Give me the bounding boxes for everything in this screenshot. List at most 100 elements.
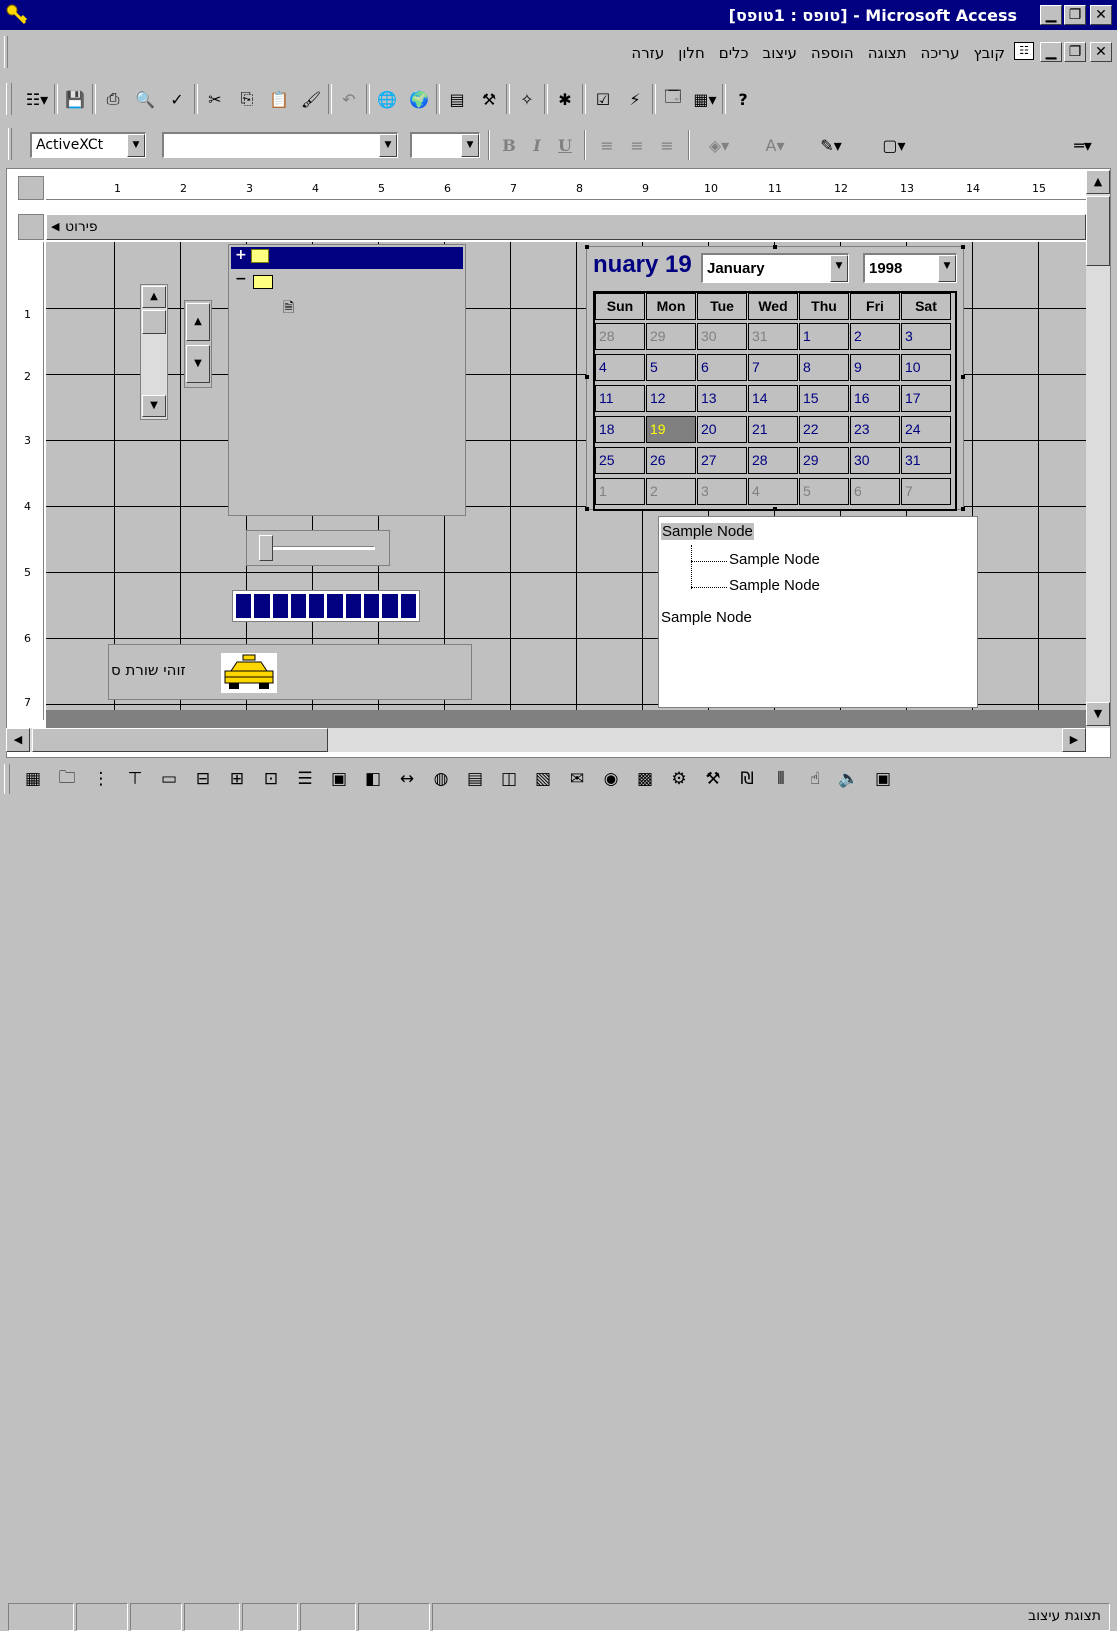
autoformat-icon[interactable]: ✧: [512, 84, 542, 114]
resize-handle[interactable]: [961, 375, 965, 379]
scroll-thumb[interactable]: [1086, 196, 1110, 266]
calendar-day[interactable]: 29: [646, 323, 696, 350]
treeview-control[interactable]: Sample Node Sample Node Sample Node Samp…: [658, 516, 978, 708]
calendar-day-selected[interactable]: 19: [646, 416, 696, 443]
underline-button[interactable]: U: [550, 130, 580, 160]
calendar-day[interactable]: 26: [646, 447, 696, 474]
command-button-icon[interactable]: ◧: [356, 763, 390, 795]
toolbar-grip[interactable]: [4, 764, 10, 794]
vertical-scrollbar[interactable]: ▲ ▼: [1086, 170, 1110, 728]
menu-view[interactable]: תצוגה: [868, 44, 907, 62]
calendar-day[interactable]: 10: [901, 354, 951, 381]
calendar-day[interactable]: 23: [850, 416, 900, 443]
calendar-day[interactable]: 24: [901, 416, 951, 443]
bound-frame-icon[interactable]: ▤: [458, 763, 492, 795]
calendar-day[interactable]: 30: [697, 323, 747, 350]
calendar-day[interactable]: 29: [799, 447, 849, 474]
slider-thumb[interactable]: [259, 535, 273, 561]
resize-handle[interactable]: [773, 245, 777, 249]
spin-up-button[interactable]: ▲: [186, 303, 210, 341]
calendar-day[interactable]: 4: [748, 478, 798, 505]
status-bar-control[interactable]: זוהי שורת ס: [108, 644, 472, 700]
option-button-icon[interactable]: ⊞: [220, 763, 254, 795]
scroll-thumb[interactable]: [142, 310, 166, 334]
toolbar-grip[interactable]: [6, 83, 12, 115]
align-center-icon[interactable]: ≡: [622, 130, 652, 160]
build-icon[interactable]: ⚡: [620, 84, 650, 114]
calendar-control-icon[interactable]: ₪: [730, 763, 764, 795]
selected-folder-row[interactable]: +: [231, 247, 463, 269]
section-selector[interactable]: [18, 214, 44, 240]
size-combo[interactable]: ▼: [410, 132, 480, 158]
insert-hyperlink-icon[interactable]: 🌐: [372, 84, 402, 114]
calendar-day[interactable]: 16: [850, 385, 900, 412]
calendar-day[interactable]: 30: [850, 447, 900, 474]
rectangle-tool-icon[interactable]: ▩: [628, 763, 662, 795]
app-key-icon[interactable]: [6, 4, 28, 26]
menu-insert[interactable]: הוספה: [811, 44, 854, 62]
expand-icon[interactable]: +: [235, 247, 247, 263]
toggle-button-icon[interactable]: ⊟: [186, 763, 220, 795]
combo-box-icon[interactable]: ☰: [288, 763, 322, 795]
calendar-day[interactable]: 20: [697, 416, 747, 443]
label-tool-icon[interactable]: ⋮: [84, 763, 118, 795]
chevron-down-icon[interactable]: ▼: [830, 255, 848, 282]
new-object-icon[interactable]: ▦▾: [690, 84, 720, 114]
ruler-corner[interactable]: [18, 176, 44, 200]
scroll-right-button[interactable]: ▶: [1062, 728, 1086, 752]
select-objects-icon[interactable]: ▦: [16, 763, 50, 795]
line-tool-icon[interactable]: ◉: [594, 763, 628, 795]
close-button[interactable]: ✕: [1090, 5, 1112, 25]
save-icon[interactable]: 💾: [60, 84, 90, 114]
code-icon[interactable]: ✱: [550, 84, 580, 114]
doc-restore-button[interactable]: ❐: [1064, 42, 1086, 62]
calendar-day[interactable]: 11: [595, 385, 645, 412]
help-icon[interactable]: ?: [728, 84, 758, 114]
scroll-left-button[interactable]: ◀: [6, 728, 30, 752]
calendar-day[interactable]: 21: [748, 416, 798, 443]
print-preview-icon[interactable]: 🔍: [130, 84, 160, 114]
resize-handle[interactable]: [773, 507, 777, 511]
calendar-day[interactable]: 1: [799, 323, 849, 350]
year-combo[interactable]: 1998 ▼: [863, 253, 957, 283]
calendar-day[interactable]: 2: [646, 478, 696, 505]
calendar-day[interactable]: 8: [799, 354, 849, 381]
calendar-day[interactable]: 28: [748, 447, 798, 474]
spelling-icon[interactable]: ✓: [162, 84, 192, 114]
fill-color-icon[interactable]: ◈▾: [696, 130, 742, 160]
calendar-day[interactable]: 7: [748, 354, 798, 381]
bold-button[interactable]: B: [494, 130, 524, 160]
scroll-down-button[interactable]: ▼: [142, 395, 166, 417]
scroll-up-button[interactable]: ▲: [1086, 170, 1110, 194]
month-combo[interactable]: January ▼: [701, 253, 849, 283]
calendar-day[interactable]: 12: [646, 385, 696, 412]
subform-icon[interactable]: ✉: [560, 763, 594, 795]
menu-tools[interactable]: כלים: [719, 44, 749, 62]
calendar-day[interactable]: 28: [595, 323, 645, 350]
slider-control[interactable]: [246, 530, 390, 566]
option-group-icon[interactable]: ▭: [152, 763, 186, 795]
scroll-down-button[interactable]: ▼: [1086, 702, 1110, 726]
align-left-icon[interactable]: ≡: [592, 130, 622, 160]
calendar-day[interactable]: 5: [646, 354, 696, 381]
calendar-day[interactable]: 25: [595, 447, 645, 474]
calendar-day[interactable]: 1: [595, 478, 645, 505]
database-window-icon[interactable]: 🗔: [658, 84, 688, 114]
cut-icon[interactable]: ✂: [200, 84, 230, 114]
spin-button-control[interactable]: ▲ ▼: [184, 300, 212, 388]
calendar-day[interactable]: 4: [595, 354, 645, 381]
calendar-day[interactable]: 9: [850, 354, 900, 381]
textbox-tool-icon[interactable]: ⊤: [118, 763, 152, 795]
field-list-icon[interactable]: ▤: [442, 84, 472, 114]
list-box-icon[interactable]: ▣: [322, 763, 356, 795]
calendar-day[interactable]: 3: [697, 478, 747, 505]
horizontal-scrollbar[interactable]: ◀ ▶: [6, 728, 1086, 752]
menu-window[interactable]: חלון: [678, 44, 705, 62]
tree-node[interactable]: Sample Node: [661, 609, 752, 626]
print-icon[interactable]: ⎙: [98, 84, 128, 114]
format-painter-icon[interactable]: 🖌: [296, 84, 326, 114]
calendar-day[interactable]: 5: [799, 478, 849, 505]
menu-format[interactable]: עיצוב: [763, 44, 797, 62]
view-icon[interactable]: ☷▾: [22, 84, 52, 114]
italic-button[interactable]: I: [522, 130, 552, 160]
